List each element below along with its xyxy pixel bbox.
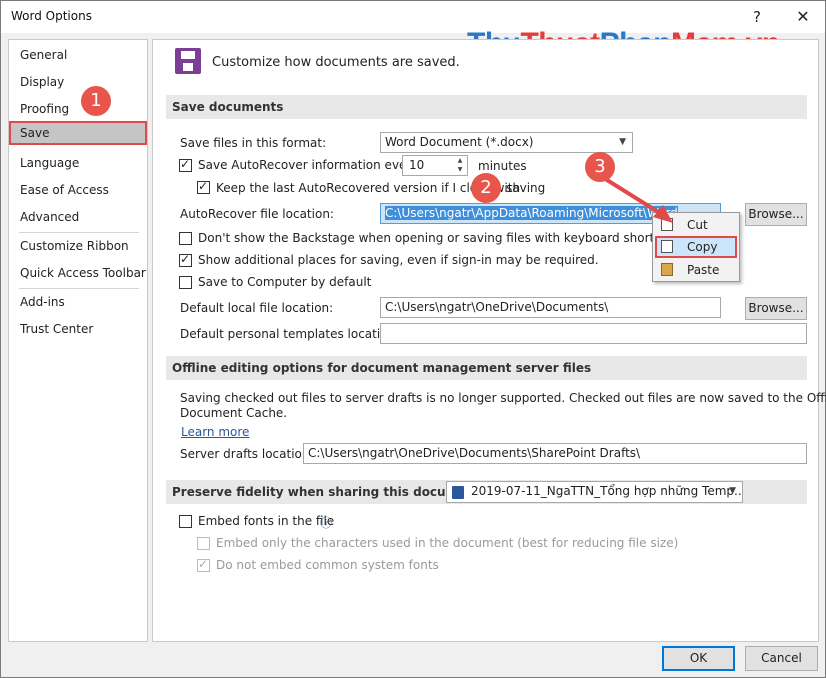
offline-editing-header: Offline editing options for document man… [166,356,807,380]
default-local-label: Default local file location: [180,301,334,315]
spinner-arrows-icon[interactable]: ▲ ▼ [455,156,465,174]
embed-fonts-label: Embed fonts in the file [198,514,335,528]
fidelity-document-select[interactable]: 2019-07-11_NgaTTN_Tổng hợp những Temp...… [446,481,743,503]
save-documents-header: Save documents [166,95,807,119]
no-common-fonts-checkbox[interactable] [197,557,210,572]
autorecover-location-label: AutoRecover file location: [180,207,334,221]
offline-desc-line2: Document Cache. [180,406,288,420]
browse-autorecover-button[interactable]: Browse... [745,203,807,226]
additional-places-label: Show additional places for saving, even … [198,253,599,267]
help-button[interactable]: ? [743,5,771,29]
preserve-fidelity-title: Preserve fidelity when sharing this docu… [172,485,486,499]
templates-location-label: Default personal templates location: [180,327,400,341]
backstage-checkbox[interactable] [179,232,192,245]
autorecover-label: Save AutoRecover information every [198,158,419,172]
context-menu-copy[interactable]: Copy [655,236,737,258]
sidebar-item-advanced[interactable]: Advanced [9,205,147,229]
window-title: Word Options [11,9,92,23]
sidebar-item-quick-access-toolbar[interactable]: Quick Access Toolbar [9,261,147,285]
chevron-down-icon: ▼ [729,486,736,496]
embed-only-used-checkbox[interactable] [197,537,210,550]
embed-fonts-checkbox[interactable] [179,515,192,528]
sidebar-item-general[interactable]: General [9,43,147,67]
templates-location-input[interactable] [380,323,807,344]
embed-only-used-label: Embed only the characters used in the do… [216,536,679,550]
clipboard-paste-icon [661,263,673,276]
sidebar-item-customize-ribbon[interactable]: Customize Ribbon [9,234,147,258]
minutes-label: minutes [478,159,527,173]
browse-local-button[interactable]: Browse... [745,297,807,320]
additional-places-checkbox[interactable] [179,252,192,267]
sidebar-item-ease-of-access[interactable]: Ease of Access [9,178,147,202]
format-label: Save files in this format: [180,136,327,150]
copy-icon [661,240,673,253]
save-disk-icon [175,48,201,74]
learn-more-link[interactable]: Learn more [181,425,249,439]
default-local-input[interactable]: C:\Users\ngatr\OneDrive\Documents\ [380,297,721,318]
chevron-down-icon: ▼ [619,137,626,147]
sidebar-item-save[interactable]: Save [9,121,147,145]
step-badge-3: 3 [585,152,615,182]
keep-last-checkbox[interactable] [197,179,210,194]
format-select[interactable]: Word Document (*.docx) ▼ [380,132,633,153]
sidebar-divider [19,288,139,289]
server-drafts-input[interactable]: C:\Users\ngatr\OneDrive\Documents\ShareP… [303,443,807,464]
save-to-computer-checkbox[interactable] [179,276,192,289]
offline-desc-line1: Saving checked out files to server draft… [180,391,826,405]
options-content-panel: Customize how documents are saved. Save … [152,39,826,642]
step-badge-2: 2 [471,173,501,203]
step-badge-1: 1 [81,86,111,116]
sidebar-item-language[interactable]: Language [9,151,147,175]
autorecover-minutes-spinner[interactable]: 10 ▲ ▼ [402,155,468,176]
context-menu-paste[interactable]: Paste [655,259,737,281]
sidebar-item-trust-center[interactable]: Trust Center [9,317,147,341]
sidebar-item-proofing[interactable]: Proofing [9,97,147,121]
sidebar-item-add-ins[interactable]: Add-ins [9,290,147,314]
cancel-button[interactable]: Cancel [745,646,818,671]
keep-last-suffix: saving [506,181,546,195]
ok-button[interactable]: OK [662,646,735,671]
page-heading: Customize how documents are saved. [212,55,460,70]
options-sidebar: General Display Proofing Save Language E… [8,39,148,642]
sidebar-item-display[interactable]: Display [9,70,147,94]
close-button[interactable]: ✕ [789,5,817,29]
sidebar-divider [19,232,139,233]
no-common-fonts-label: Do not embed common system fonts [216,558,439,572]
info-icon: ⓘ [320,516,333,530]
word-options-window: Word Options ? ✕ ThuThuatPhanMem.vn Gene… [0,0,826,678]
backstage-label: Don't show the Backstage when opening or… [198,231,680,245]
autorecover-checkbox[interactable] [179,157,192,172]
word-document-icon [452,486,464,499]
server-drafts-label: Server drafts location: [180,447,314,461]
save-to-computer-label: Save to Computer by default [198,275,372,289]
